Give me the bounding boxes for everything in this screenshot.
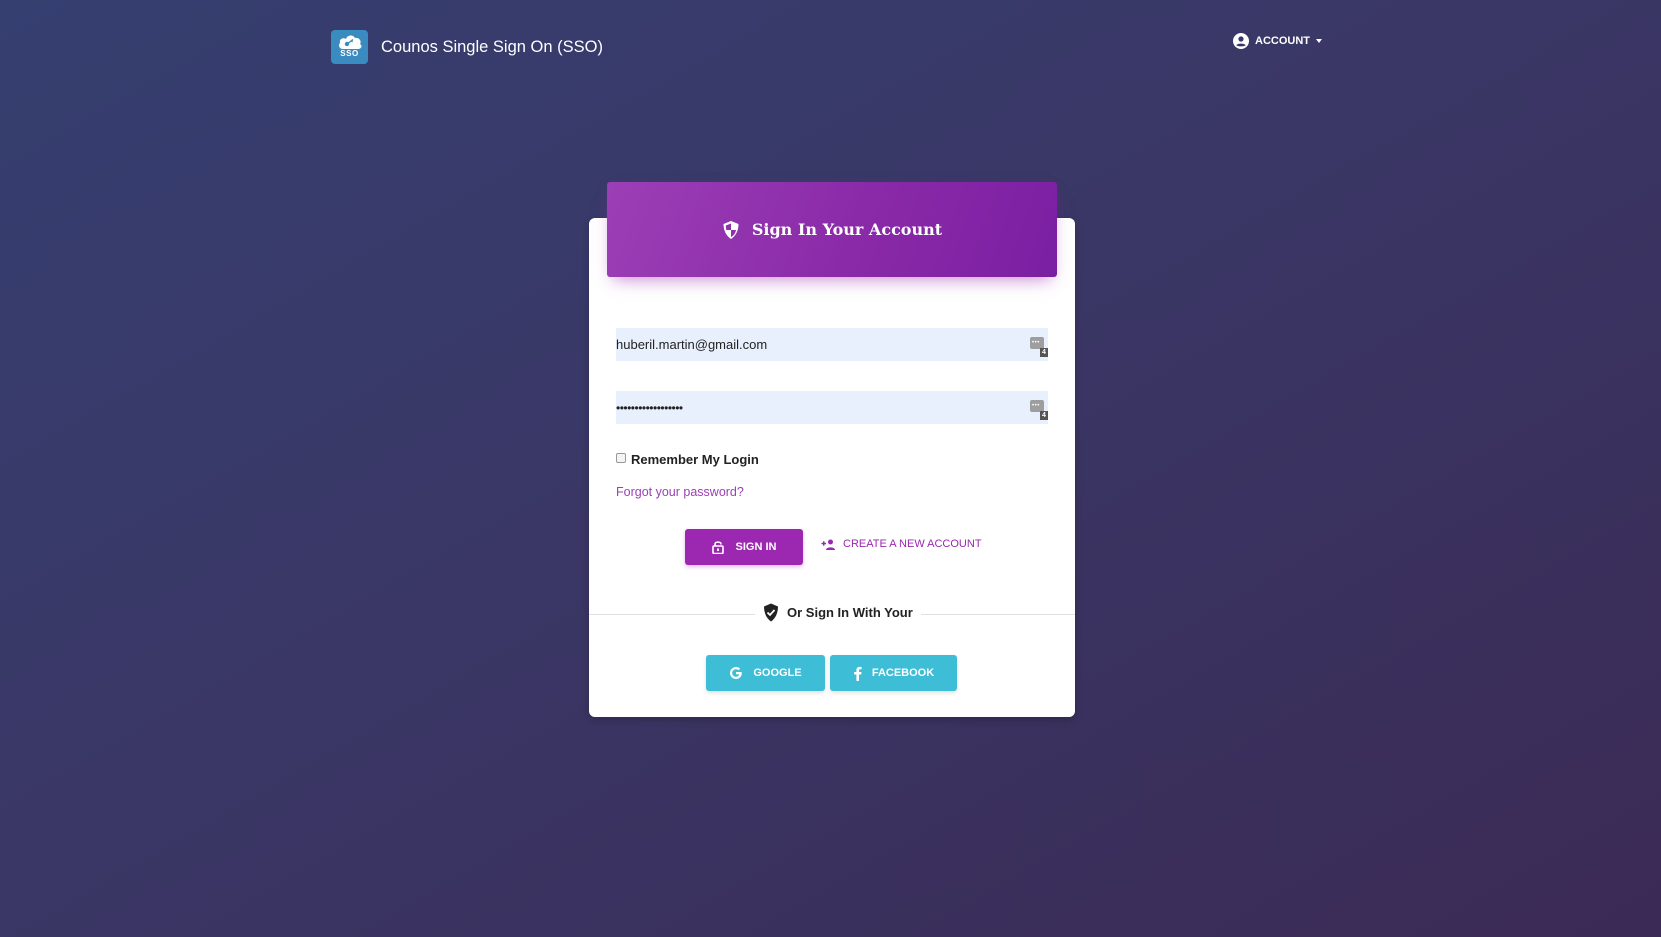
remember-label[interactable]: Remember My Login [631,452,759,467]
social-divider-label: Or Sign In With Your [755,603,921,622]
email-value: huberil.martin@gmail.com [616,337,768,352]
login-card [589,218,1075,717]
password-input[interactable]: •••••••••••••••••• ••• 4 [616,391,1048,424]
forgot-password-link[interactable]: Forgot your password? [616,485,744,499]
person-add-icon [821,539,835,550]
card-title: Sign In Your Account [751,220,943,239]
remember-checkbox[interactable] [616,452,626,463]
password-manager-icon[interactable]: ••• 4 [1030,337,1048,357]
remember-login: Remember My Login [616,452,759,467]
sign-in-button[interactable]: SIGN IN [685,529,803,565]
navbar: SSO Counos Single Sign On (SSO) ACCOUNT [331,30,1331,66]
password-manager-badge: 4 [1040,411,1048,420]
facebook-label: FACEBOOK [871,667,935,679]
divider-text: Or Sign In With Your [787,605,913,620]
create-account-label: CREATE A NEW ACCOUNT [843,538,982,550]
shield-icon [723,220,739,239]
password-manager-badge: 4 [1040,348,1048,357]
brand-link[interactable]: SSO Counos Single Sign On (SSO) [331,30,603,64]
lock-open-icon [711,541,724,554]
facebook-icon [854,666,862,681]
facebook-sign-in-button[interactable]: FACEBOOK [830,655,957,691]
cloud-key-icon [338,35,361,49]
create-account-button[interactable]: CREATE A NEW ACCOUNT [821,538,982,550]
verified-shield-icon [764,603,778,622]
email-input[interactable]: huberil.martin@gmail.com ••• 4 [616,328,1048,361]
account-label: ACCOUNT [1255,35,1310,47]
google-label: GOOGLE [753,667,802,679]
logo-text: SSO [340,49,359,58]
card-header: Sign In Your Account [607,182,1057,277]
password-manager-icon[interactable]: ••• 4 [1030,400,1048,420]
password-value: •••••••••••••••••• [616,400,683,415]
account-dropdown[interactable]: ACCOUNT [1233,33,1322,49]
google-icon [730,667,743,679]
google-sign-in-button[interactable]: GOOGLE [706,655,825,691]
sso-cloud-logo: SSO [331,30,368,64]
brand-title: Counos Single Sign On (SSO) [381,37,603,56]
account-circle-icon [1233,33,1249,49]
sign-in-label: SIGN IN [735,541,777,553]
caret-down-icon [1316,39,1322,43]
